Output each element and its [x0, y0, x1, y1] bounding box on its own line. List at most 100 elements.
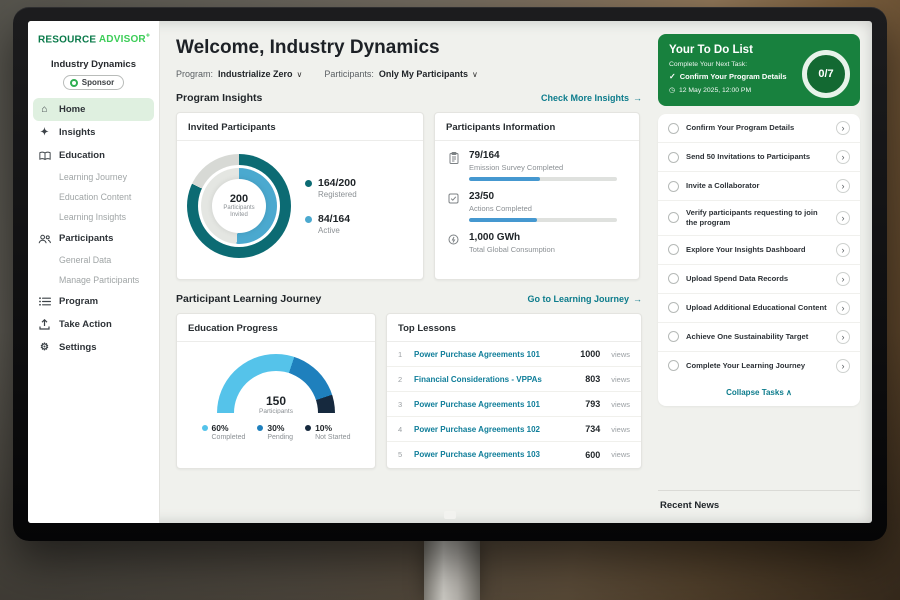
brand-advisor: ADVISOR+ — [99, 34, 150, 45]
arrow-right-icon: → — [633, 93, 642, 103]
todo-next-task[interactable]: ✓ Confirm Your Program Details — [669, 72, 799, 81]
chevron-up-icon: ∧ — [786, 388, 792, 397]
sidebar-item-take-action[interactable]: Take Action — [28, 313, 159, 336]
sidebar-item-insights[interactable]: ✦ Insights — [28, 121, 159, 144]
task-row-verify-participants[interactable]: Verify participants requesting to join t… — [658, 201, 860, 236]
task-row-confirm-program[interactable]: Confirm Your Program Details › — [658, 114, 860, 143]
energy-icon — [447, 234, 460, 245]
task-row-achieve-target[interactable]: Achieve One Sustainability Target › — [658, 323, 860, 352]
todo-progress-ring: 0/7 — [802, 50, 850, 98]
task-checkbox[interactable] — [668, 302, 679, 313]
sidebar-item-program[interactable]: Program — [28, 290, 159, 313]
info-row-consumption: 1,000 GWh Total Global Consumption — [447, 232, 627, 259]
education-progress-card: Education Progress 150 Participants — [176, 313, 376, 469]
legend-dot — [305, 180, 312, 187]
participants-dropdown[interactable]: Participants: Only My Participants ∨ — [324, 69, 477, 79]
task-row-complete-learning-journey[interactable]: Complete Your Learning Journey › — [658, 352, 860, 380]
lesson-link[interactable]: Power Purchase Agreements 101 — [414, 400, 577, 409]
sponsor-icon — [70, 79, 78, 87]
arrow-right-icon: → — [633, 294, 642, 304]
sidebar-item-label: Participants — [59, 233, 113, 244]
task-checkbox[interactable] — [668, 181, 679, 192]
chevron-right-icon[interactable]: › — [836, 179, 850, 193]
lesson-link[interactable]: Power Purchase Agreements 103 — [414, 450, 577, 459]
lesson-link[interactable]: Power Purchase Agreements 101 — [414, 350, 572, 359]
legend-dot — [202, 425, 208, 431]
sidebar-item-learning-journey[interactable]: Learning Journey — [28, 167, 159, 187]
chevron-right-icon[interactable]: › — [836, 150, 850, 164]
sidebar-item-label: Home — [59, 104, 85, 115]
program-filter-value: Industrialize Zero — [218, 69, 293, 79]
sidebar-item-manage-participants[interactable]: Manage Participants — [28, 270, 159, 290]
gauge-legend: 60% Completed 30% Pending — [202, 423, 351, 441]
sidebar-item-settings[interactable]: ⚙ Settings — [28, 336, 159, 359]
lesson-row: 1 Power Purchase Agreements 101 1000 vie… — [387, 342, 641, 367]
legend-label: Completed — [212, 434, 246, 441]
program-filter-label: Program: — [176, 69, 213, 79]
program-icon — [38, 297, 51, 306]
task-row-upload-educational-content[interactable]: Upload Additional Educational Content › — [658, 294, 860, 323]
home-icon: ⌂ — [38, 105, 51, 115]
sidebar-item-education[interactable]: Education — [28, 144, 159, 167]
task-row-explore-insights[interactable]: Explore Your Insights Dashboard › — [658, 236, 860, 265]
task-checkbox[interactable] — [668, 273, 679, 284]
check-more-insights-link[interactable]: Check More Insights→ — [541, 93, 642, 103]
task-row-invite-collaborator[interactable]: Invite a Collaborator › — [658, 172, 860, 201]
sidebar-nav: ⌂ Home ✦ Insights Education Learning Jou… — [28, 98, 159, 359]
lesson-views: 1000 — [580, 349, 600, 359]
legend-label: Not Started — [315, 434, 350, 441]
task-row-upload-spend-data[interactable]: Upload Spend Data Records › — [658, 265, 860, 294]
chevron-right-icon[interactable]: › — [836, 330, 850, 344]
chevron-right-icon[interactable]: › — [836, 359, 850, 373]
legend-item-active: 84/164 Active — [305, 213, 357, 235]
participants-icon — [38, 234, 51, 244]
todo-header-card: Your To Do List Complete Your Next Task:… — [658, 34, 860, 106]
info-value: 23/50 — [469, 191, 617, 202]
sidebar-item-general-data[interactable]: General Data — [28, 250, 159, 270]
sidebar-item-participants[interactable]: Participants — [28, 227, 159, 250]
learning-journey-header: Participant Learning Journey Go to Learn… — [176, 293, 642, 305]
lesson-link[interactable]: Financial Considerations - VPPAs — [414, 375, 577, 384]
donut-center-value: 200 — [230, 193, 248, 205]
legend-item-pending: 30% Pending — [257, 423, 293, 441]
task-checkbox[interactable] — [668, 331, 679, 342]
sidebar-item-learning-insights[interactable]: Learning Insights — [28, 207, 159, 227]
collapse-tasks-button[interactable]: Collapse Tasks ∧ — [658, 380, 860, 406]
chevron-right-icon[interactable]: › — [836, 243, 850, 257]
sidebar-item-home[interactable]: ⌂ Home — [33, 98, 154, 121]
todo-panel: Your To Do List Complete Your Next Task:… — [654, 21, 872, 523]
monitor-bezel: RESOURCE ADVISOR+ Industry Dynamics Spon… — [13, 7, 887, 541]
donut-legend: 164/200 Registered 84/164 Active — [305, 177, 357, 235]
lesson-row: 5 Power Purchase Agreements 103 600 view… — [387, 442, 641, 467]
task-checkbox[interactable] — [668, 123, 679, 134]
brand-logo[interactable]: RESOURCE ADVISOR+ — [28, 31, 159, 53]
task-checkbox[interactable] — [668, 212, 679, 223]
lesson-views: 734 — [585, 424, 600, 434]
invited-participants-card: Invited Participants 200 Participants In… — [176, 112, 424, 280]
learning-cards-row: Education Progress 150 Participants — [176, 313, 642, 469]
task-checkbox[interactable] — [668, 152, 679, 163]
main-content: Welcome, Industry Dynamics Program: Indu… — [160, 21, 654, 523]
legend-item-completed: 60% Completed — [202, 423, 246, 441]
chevron-right-icon[interactable]: › — [836, 301, 850, 315]
clock-icon: ◷ — [669, 86, 675, 94]
task-checkbox[interactable] — [668, 244, 679, 255]
sidebar-item-education-content[interactable]: Education Content — [28, 187, 159, 207]
task-checkbox[interactable] — [668, 360, 679, 371]
lesson-link[interactable]: Power Purchase Agreements 102 — [414, 425, 577, 434]
lesson-row: 3 Power Purchase Agreements 101 793 view… — [387, 392, 641, 417]
education-icon — [38, 151, 51, 161]
legend-dot — [305, 425, 311, 431]
task-row-send-invitations[interactable]: Send 50 Invitations to Participants › — [658, 143, 860, 172]
check-square-icon — [447, 193, 460, 204]
go-to-learning-journey-link[interactable]: Go to Learning Journey→ — [527, 294, 642, 304]
sidebar-item-label: Program — [59, 296, 98, 307]
card-title: Invited Participants — [177, 113, 423, 141]
info-row-actions: 23/50 Actions Completed — [447, 191, 627, 222]
chevron-right-icon[interactable]: › — [836, 211, 850, 225]
program-dropdown[interactable]: Program: Industrialize Zero ∨ — [176, 69, 302, 79]
chevron-right-icon[interactable]: › — [836, 272, 850, 286]
invited-donut-chart: 200 Participants Invited — [187, 154, 291, 258]
lesson-row: 4 Power Purchase Agreements 102 734 view… — [387, 417, 641, 442]
chevron-right-icon[interactable]: › — [836, 121, 850, 135]
